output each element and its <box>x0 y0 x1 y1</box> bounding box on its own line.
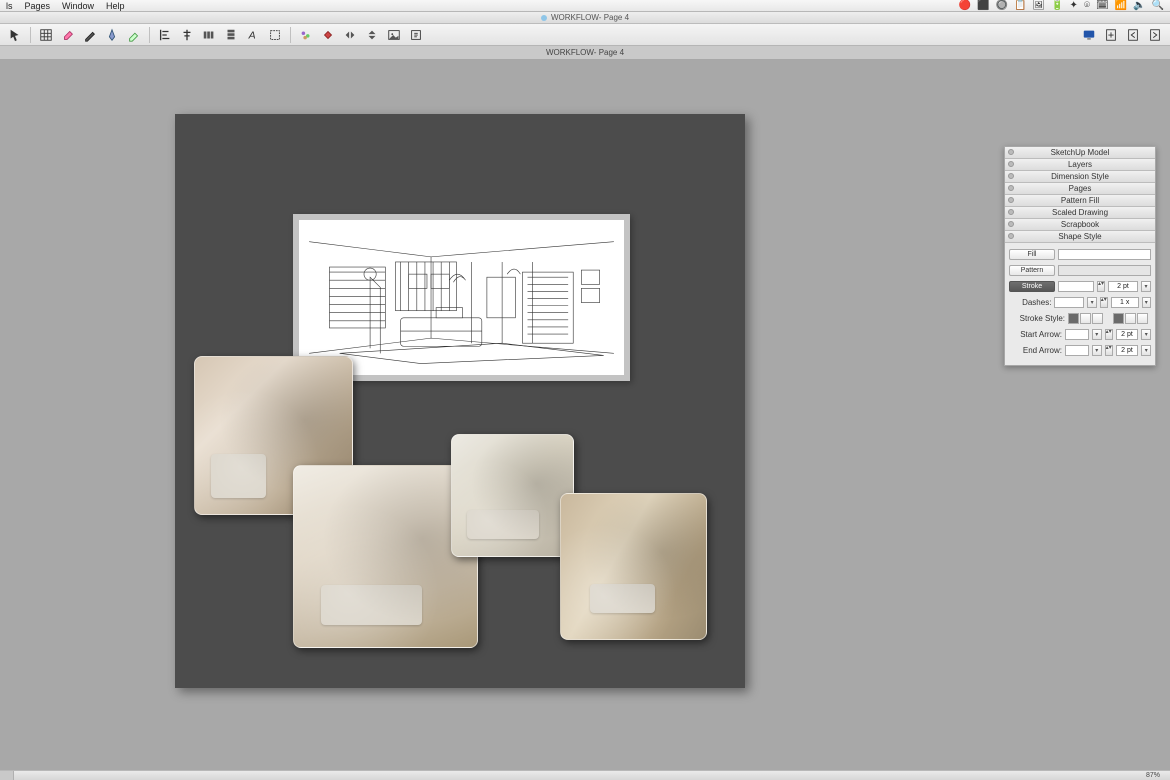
start-arrow-dropdown[interactable]: ▾ <box>1092 329 1102 340</box>
shape-style-panel: Fill Pattern Stroke ▴▾ 2 pt ▾ Dashes: ▾ … <box>1005 243 1155 365</box>
menu-item[interactable]: Pages <box>25 1 51 11</box>
distribute-h-button[interactable] <box>200 27 218 43</box>
menu-item[interactable]: Help <box>106 1 125 11</box>
window-titlebar: WORKFLOW- Page 4 <box>0 12 1170 24</box>
new-page-button[interactable] <box>1102 27 1120 43</box>
document-tab[interactable]: WORKFLOW- Page 4 <box>546 48 624 57</box>
text-tool-button[interactable]: A <box>244 27 262 43</box>
select-tool-button[interactable] <box>6 27 24 43</box>
sketch-image <box>299 220 624 375</box>
dash-scale-stepper[interactable]: ▴▾ <box>1100 297 1108 308</box>
tray-icon[interactable]: ⬛ <box>977 0 989 11</box>
toolbar: A <box>0 24 1170 46</box>
stroke-width-field[interactable]: 2 pt <box>1108 281 1138 292</box>
dash-pattern-picker[interactable] <box>1054 297 1084 308</box>
dash-pattern-dropdown[interactable]: ▾ <box>1087 297 1096 308</box>
pencil-tool-button[interactable] <box>81 27 99 43</box>
group-tool-button[interactable] <box>297 27 315 43</box>
fill-toggle[interactable]: Fill <box>1009 249 1055 260</box>
inspector-section-header[interactable]: Shape Style <box>1005 231 1155 243</box>
start-arrow-picker[interactable] <box>1065 329 1089 340</box>
inspector-section-header[interactable]: SketchUp Model <box>1005 147 1155 159</box>
end-arrow-size-field[interactable]: 2 pt <box>1116 345 1139 356</box>
dash-scale-field[interactable]: 1 x <box>1111 297 1139 308</box>
dash-scale-dropdown[interactable]: ▾ <box>1142 297 1151 308</box>
next-page-button[interactable] <box>1146 27 1164 43</box>
image-tool-button[interactable] <box>385 27 403 43</box>
window-title: WORKFLOW- Page 4 <box>551 13 629 22</box>
inspector-section-header[interactable]: Pages <box>1005 183 1155 195</box>
toolbar-right <box>1080 27 1164 43</box>
fill-color-swatch[interactable] <box>1058 249 1151 260</box>
toolbar-separator <box>290 27 291 43</box>
display-mode-button[interactable] <box>1080 27 1098 43</box>
tray-icon[interactable]: ✦ <box>1070 0 1078 11</box>
end-arrow-picker[interactable] <box>1065 345 1089 356</box>
prev-page-button[interactable] <box>1124 27 1142 43</box>
flip-h-button[interactable] <box>341 27 359 43</box>
tray-icon[interactable]: ⌾ <box>1084 0 1090 11</box>
stroke-toggle[interactable]: Stroke <box>1009 281 1055 292</box>
inspector-section-header[interactable]: Scaled Drawing <box>1005 207 1155 219</box>
pattern-swatch[interactable] <box>1058 265 1151 276</box>
bucket-tool-button[interactable] <box>319 27 337 43</box>
document-status-icon <box>541 15 547 21</box>
stroke-width-stepper[interactable]: ▴▾ <box>1097 281 1105 292</box>
document-page[interactable] <box>175 114 745 688</box>
svg-text:A: A <box>248 29 256 41</box>
moodboard-image[interactable] <box>451 434 574 557</box>
align-left-button[interactable] <box>156 27 174 43</box>
cap-style-segment[interactable] <box>1113 313 1148 324</box>
tray-icon[interactable]: 📋 <box>1014 0 1026 11</box>
start-arrow-size-field[interactable]: 2 pt <box>1116 329 1139 340</box>
pattern-toggle[interactable]: Pattern <box>1009 265 1055 276</box>
inspector-section-header[interactable]: Dimension Style <box>1005 171 1155 183</box>
inspector-section-header[interactable]: Layers <box>1005 159 1155 171</box>
inspector-section-header[interactable]: Scrapbook <box>1005 219 1155 231</box>
zoom-level[interactable]: 87% <box>1146 772 1160 779</box>
highlight-tool-button[interactable] <box>125 27 143 43</box>
os-menubar: ls Pages Window Help 🔴 ⬛ 🔘 📋 🖼 🔋 ✦ ⌾ 🗓 📶… <box>0 0 1170 12</box>
status-left-grip <box>0 771 14 780</box>
flip-v-button[interactable] <box>363 27 381 43</box>
inspector-section-header[interactable]: Pattern Fill <box>1005 195 1155 207</box>
tray-icon[interactable]: 🗓 <box>1096 0 1109 11</box>
tray-icon[interactable]: 🔍 <box>1152 0 1164 11</box>
pen-tool-button[interactable] <box>103 27 121 43</box>
end-arrow-dropdown[interactable]: ▾ <box>1092 345 1102 356</box>
distribute-v-button[interactable] <box>222 27 240 43</box>
tray-icon[interactable]: 🔘 <box>995 0 1007 11</box>
stroke-width-dropdown[interactable]: ▾ <box>1141 281 1151 292</box>
inspector-panel[interactable]: SketchUp Model Layers Dimension Style Pa… <box>1004 146 1156 366</box>
canvas-area[interactable]: SketchUp Model Layers Dimension Style Pa… <box>0 60 1170 770</box>
dashes-label: Dashes: <box>1009 298 1051 307</box>
align-center-button[interactable] <box>178 27 196 43</box>
crop-tool-button[interactable] <box>266 27 284 43</box>
start-arrow-stepper[interactable]: ▴▾ <box>1105 329 1113 340</box>
end-arrow-stepper[interactable]: ▴▾ <box>1105 345 1113 356</box>
menu-item[interactable]: Window <box>62 1 94 11</box>
end-arrow-label: End Arrow: <box>1009 346 1062 355</box>
moodboard-image[interactable] <box>560 493 707 640</box>
eraser-tool-button[interactable] <box>59 27 77 43</box>
corner-style-segment[interactable] <box>1068 313 1103 324</box>
toolbar-separator <box>149 27 150 43</box>
tray-icon[interactable]: 🔋 <box>1051 0 1063 11</box>
start-arrow-label: Start Arrow: <box>1009 330 1062 339</box>
system-tray: 🔴 ⬛ 🔘 📋 🖼 🔋 ✦ ⌾ 🗓 📶 🔈 🔍 <box>959 0 1164 11</box>
tray-icon[interactable]: 🔈 <box>1133 0 1145 11</box>
status-bar: 87% <box>0 770 1170 780</box>
tray-icon[interactable]: 📶 <box>1115 0 1127 11</box>
menu-item[interactable]: ls <box>6 1 13 11</box>
toolbar-separator <box>30 27 31 43</box>
stroke-color-swatch[interactable] <box>1058 281 1094 292</box>
export-button[interactable] <box>407 27 425 43</box>
stroke-style-label: Stroke Style: <box>1009 314 1065 323</box>
end-arrow-size-dropdown[interactable]: ▾ <box>1141 345 1151 356</box>
document-tab-bar: WORKFLOW- Page 4 <box>0 46 1170 60</box>
tray-icon[interactable]: 🔴 <box>959 0 971 11</box>
grid-tool-button[interactable] <box>37 27 55 43</box>
start-arrow-size-dropdown[interactable]: ▾ <box>1141 329 1151 340</box>
tray-icon[interactable]: 🖼 <box>1032 0 1045 11</box>
